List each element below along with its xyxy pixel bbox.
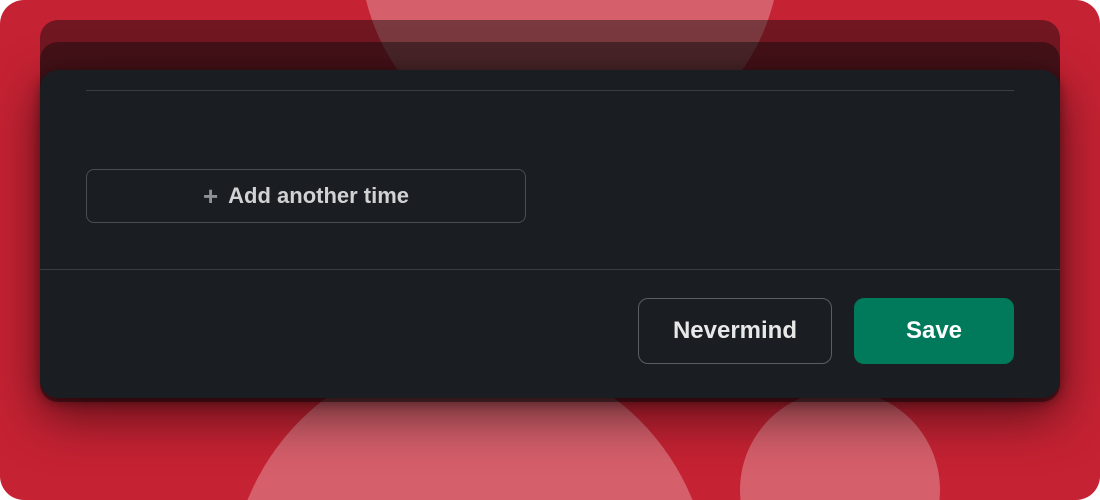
save-button-label: Save <box>906 317 962 345</box>
dialog: + Add another time Nevermind Save <box>40 70 1060 398</box>
spacer <box>86 91 1014 169</box>
save-button[interactable]: Save <box>854 298 1014 364</box>
plus-icon: + <box>203 183 218 209</box>
cancel-button-label: Nevermind <box>673 317 797 345</box>
add-another-time-button[interactable]: + Add another time <box>86 169 526 223</box>
cancel-button[interactable]: Nevermind <box>638 298 832 364</box>
dialog-footer: Nevermind Save <box>40 269 1060 398</box>
dialog-body: + Add another time <box>40 70 1060 269</box>
add-another-time-label: Add another time <box>228 183 409 209</box>
decorative-circle <box>740 390 940 500</box>
